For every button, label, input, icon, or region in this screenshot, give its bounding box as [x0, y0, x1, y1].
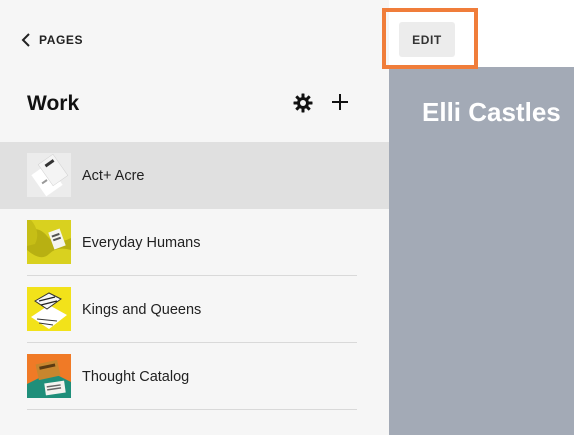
page-name: Act+ Acre: [82, 167, 145, 184]
page-thumbnail: [27, 354, 71, 398]
gear-icon: [293, 93, 313, 113]
page-name: Kings and Queens: [82, 301, 202, 318]
chevron-left-icon: [21, 33, 30, 47]
list-item[interactable]: Thought Catalog: [0, 343, 389, 410]
page-thumbnail: [27, 220, 71, 264]
list-item[interactable]: Kings and Queens: [0, 276, 389, 343]
page-name: Thought Catalog: [82, 368, 190, 385]
list-item[interactable]: Act+ Acre: [0, 142, 389, 209]
site-preview[interactable]: Elli Castles: [389, 67, 574, 435]
list-item[interactable]: Everyday Humans: [0, 209, 389, 276]
plus-icon: [332, 94, 348, 110]
site-title: Elli Castles: [422, 97, 561, 127]
page-list: Act+ Acre Everyday Humans Kings and Quee…: [0, 142, 389, 410]
edit-button[interactable]: EDIT: [399, 22, 455, 57]
back-to-pages-link[interactable]: PAGES: [20, 30, 83, 50]
add-page-button[interactable]: [328, 90, 352, 114]
pages-sidebar: PAGES Work Act+ Acre Everyday Humans Kin…: [0, 0, 389, 435]
back-link-label: PAGES: [39, 33, 84, 47]
page-thumbnail: [27, 287, 71, 331]
row-divider: [27, 409, 357, 410]
settings-button[interactable]: [291, 91, 315, 115]
page-name: Everyday Humans: [82, 234, 201, 251]
panel-title: Work: [27, 92, 80, 115]
page-thumbnail: [27, 153, 71, 197]
